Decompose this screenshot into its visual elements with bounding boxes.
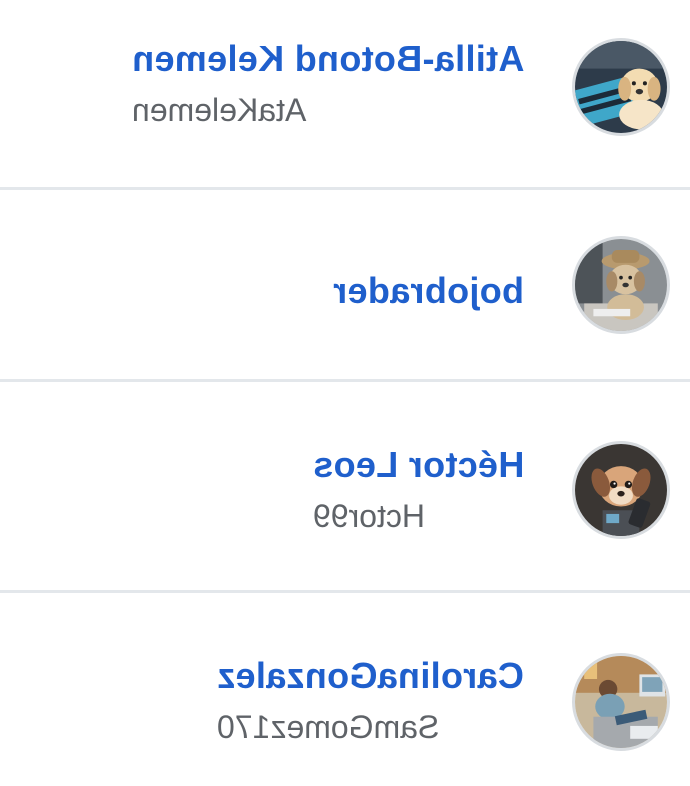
user-display-name[interactable]: CarolinaGonzalez [217,655,524,697]
user-handle: Hctor99 [312,498,425,534]
user-list: Atilla-Botond Kelemen AtaKelemen bojobra… [0,0,690,786]
user-info: Héctor Leos Hctor99 [313,444,524,536]
user-row-carolina[interactable]: CarolinaGonzalez SamGomez170 [0,593,690,786]
user-row-atilla[interactable]: Atilla-Botond Kelemen AtaKelemen [0,0,690,188]
puppy-with-hat-at-computer-avatar-icon[interactable] [572,236,670,334]
puppy-portrait-avatar-icon[interactable] [572,441,670,539]
user-row-hector[interactable]: Héctor Leos Hctor99 [0,382,690,590]
puppy-at-keyboard-avatar-icon[interactable] [572,38,670,136]
user-handle: SamGomez170 [217,709,440,745]
user-display-name[interactable]: bojobrader [333,270,524,312]
person-at-desk-avatar-icon[interactable] [572,653,670,751]
user-display-name[interactable]: Héctor Leos [313,444,524,486]
user-row-bojobrader[interactable]: bojobrader [0,190,690,380]
user-info: CarolinaGonzalez SamGomez170 [217,655,524,747]
user-display-name[interactable]: Atilla-Botond Kelemen [132,38,524,80]
user-handle: AtaKelemen [131,92,306,128]
user-info: Atilla-Botond Kelemen AtaKelemen [132,38,524,130]
user-info: bojobrader [333,270,524,312]
